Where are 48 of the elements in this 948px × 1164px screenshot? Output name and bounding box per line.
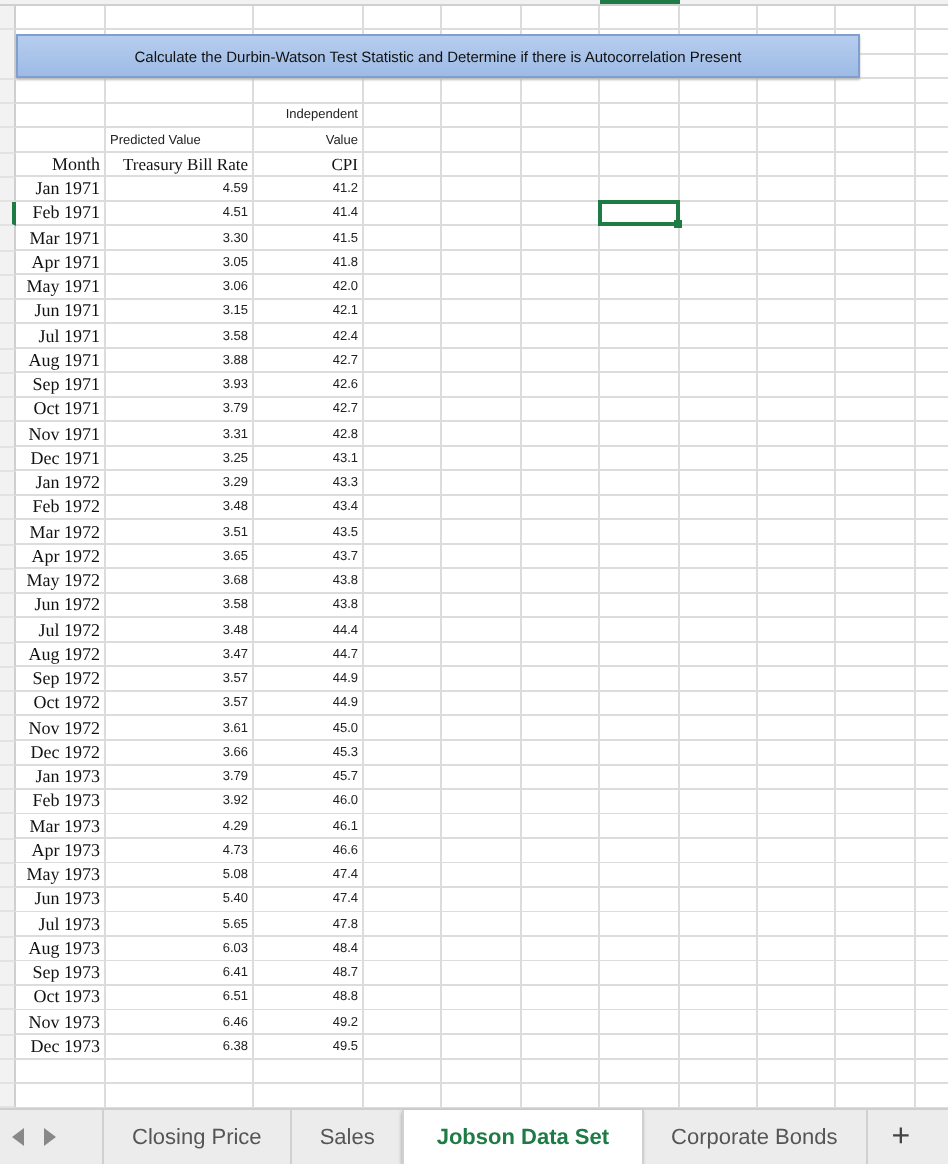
table-cell-text: Jun 1973 — [32, 888, 102, 913]
column-header: Treasury Bill Rate — [121, 153, 250, 178]
table-cell-text: Feb 1971 — [30, 202, 102, 227]
table-cell-text: Jan 1973 — [33, 765, 102, 790]
column-header: Month — [49, 153, 102, 178]
table-cell-text: Nov 1971 — [26, 422, 102, 447]
table-cell-text: Aug 1971 — [26, 349, 102, 374]
table-cell-text: Oct 1973 — [31, 986, 102, 1011]
table-cell-text: Oct 1971 — [31, 398, 102, 423]
sheet-tab[interactable]: Corporate Bonds — [641, 1110, 866, 1164]
table-cell-text: May 1973 — [24, 863, 102, 888]
table-cell-text: Dec 1971 — [28, 447, 102, 472]
table-cell-text: Sep 1971 — [30, 373, 102, 398]
table-cell-text: Nov 1973 — [26, 1010, 102, 1035]
sheet-tab[interactable]: Jobson Data Set — [402, 1110, 642, 1164]
table-cell-text: Apr 1973 — [29, 839, 102, 864]
table-cell-text: Apr 1971 — [29, 251, 102, 276]
add-sheet-button[interactable]: + — [865, 1110, 935, 1164]
sheet-tab[interactable]: Closing Price — [102, 1110, 290, 1164]
scroll-left-icon[interactable] — [12, 1128, 24, 1146]
table-cell-text: Feb 1972 — [30, 496, 102, 521]
table-cell-text: Aug 1972 — [26, 643, 102, 668]
table-cell-text: Apr 1972 — [29, 545, 102, 570]
table-cell-text: Mar 1972 — [27, 520, 102, 545]
table-cell-text: Sep 1972 — [30, 667, 102, 692]
row-header[interactable] — [0, 202, 16, 227]
selected-column-marker — [600, 0, 680, 4]
table-cell-text: Sep 1973 — [30, 961, 102, 986]
table-cell-text: Mar 1971 — [27, 226, 102, 251]
table-cell-text: Jan 1972 — [33, 471, 102, 496]
table-cell-text: Feb 1973 — [30, 790, 102, 815]
column-header: CPI — [329, 153, 360, 178]
table-cell-text: May 1971 — [24, 275, 102, 300]
selected-cell[interactable] — [598, 200, 680, 227]
table-cell-text: Jul 1971 — [36, 324, 102, 349]
table-cell-text: Oct 1972 — [31, 692, 102, 717]
table-cell-text: Jul 1973 — [36, 912, 102, 937]
table-cell-text: Aug 1973 — [26, 937, 102, 962]
table-cell-text: Nov 1972 — [26, 716, 102, 741]
table-cell-text: Dec 1972 — [28, 741, 102, 766]
table-cell-text: Jun 1971 — [32, 300, 102, 325]
table-cell-text: Jul 1972 — [36, 618, 102, 643]
table-cell-text: May 1972 — [24, 569, 102, 594]
table-cell-text: Mar 1973 — [27, 814, 102, 839]
table-cell-text: Dec 1973 — [28, 1035, 102, 1060]
table-cell-text: Jan 1971 — [33, 177, 102, 202]
scroll-right-icon[interactable] — [44, 1128, 56, 1146]
table-cell-text: Jun 1972 — [32, 594, 102, 619]
